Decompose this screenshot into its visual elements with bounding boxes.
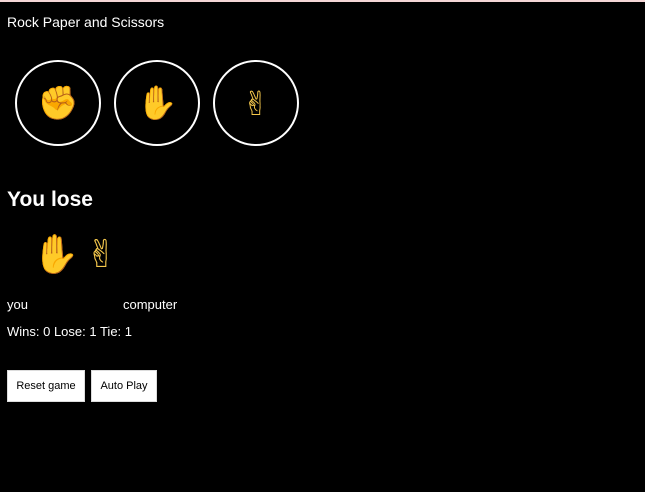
score-text: Wins: 0 Lose: 1 Tie: 1: [7, 324, 133, 339]
auto-play-button[interactable]: Auto Play: [91, 370, 157, 402]
reset-game-button[interactable]: Reset game: [7, 370, 85, 402]
page-title: Rock Paper and Scissors: [7, 14, 165, 30]
paper-hand-icon: ✋: [136, 83, 178, 122]
rock-fist-icon: ✊: [37, 83, 79, 122]
choice-buttons: ✊ ✋ ✌: [15, 60, 299, 146]
scissors-hand-icon: ✌: [242, 83, 270, 123]
rock-button[interactable]: ✊: [15, 60, 101, 146]
moves-display: ✋ ✌: [32, 230, 117, 278]
result-text: You lose: [7, 188, 93, 211]
top-strip: [0, 0, 645, 2]
scissors-button[interactable]: ✌: [213, 60, 299, 146]
player-move-icon: ✋: [32, 232, 80, 276]
action-buttons: Reset game Auto Play: [7, 370, 157, 402]
paper-button[interactable]: ✋: [114, 60, 200, 146]
computer-label: computer: [123, 297, 178, 312]
computer-move-icon: ✌: [85, 232, 118, 276]
player-label: you: [7, 297, 28, 312]
